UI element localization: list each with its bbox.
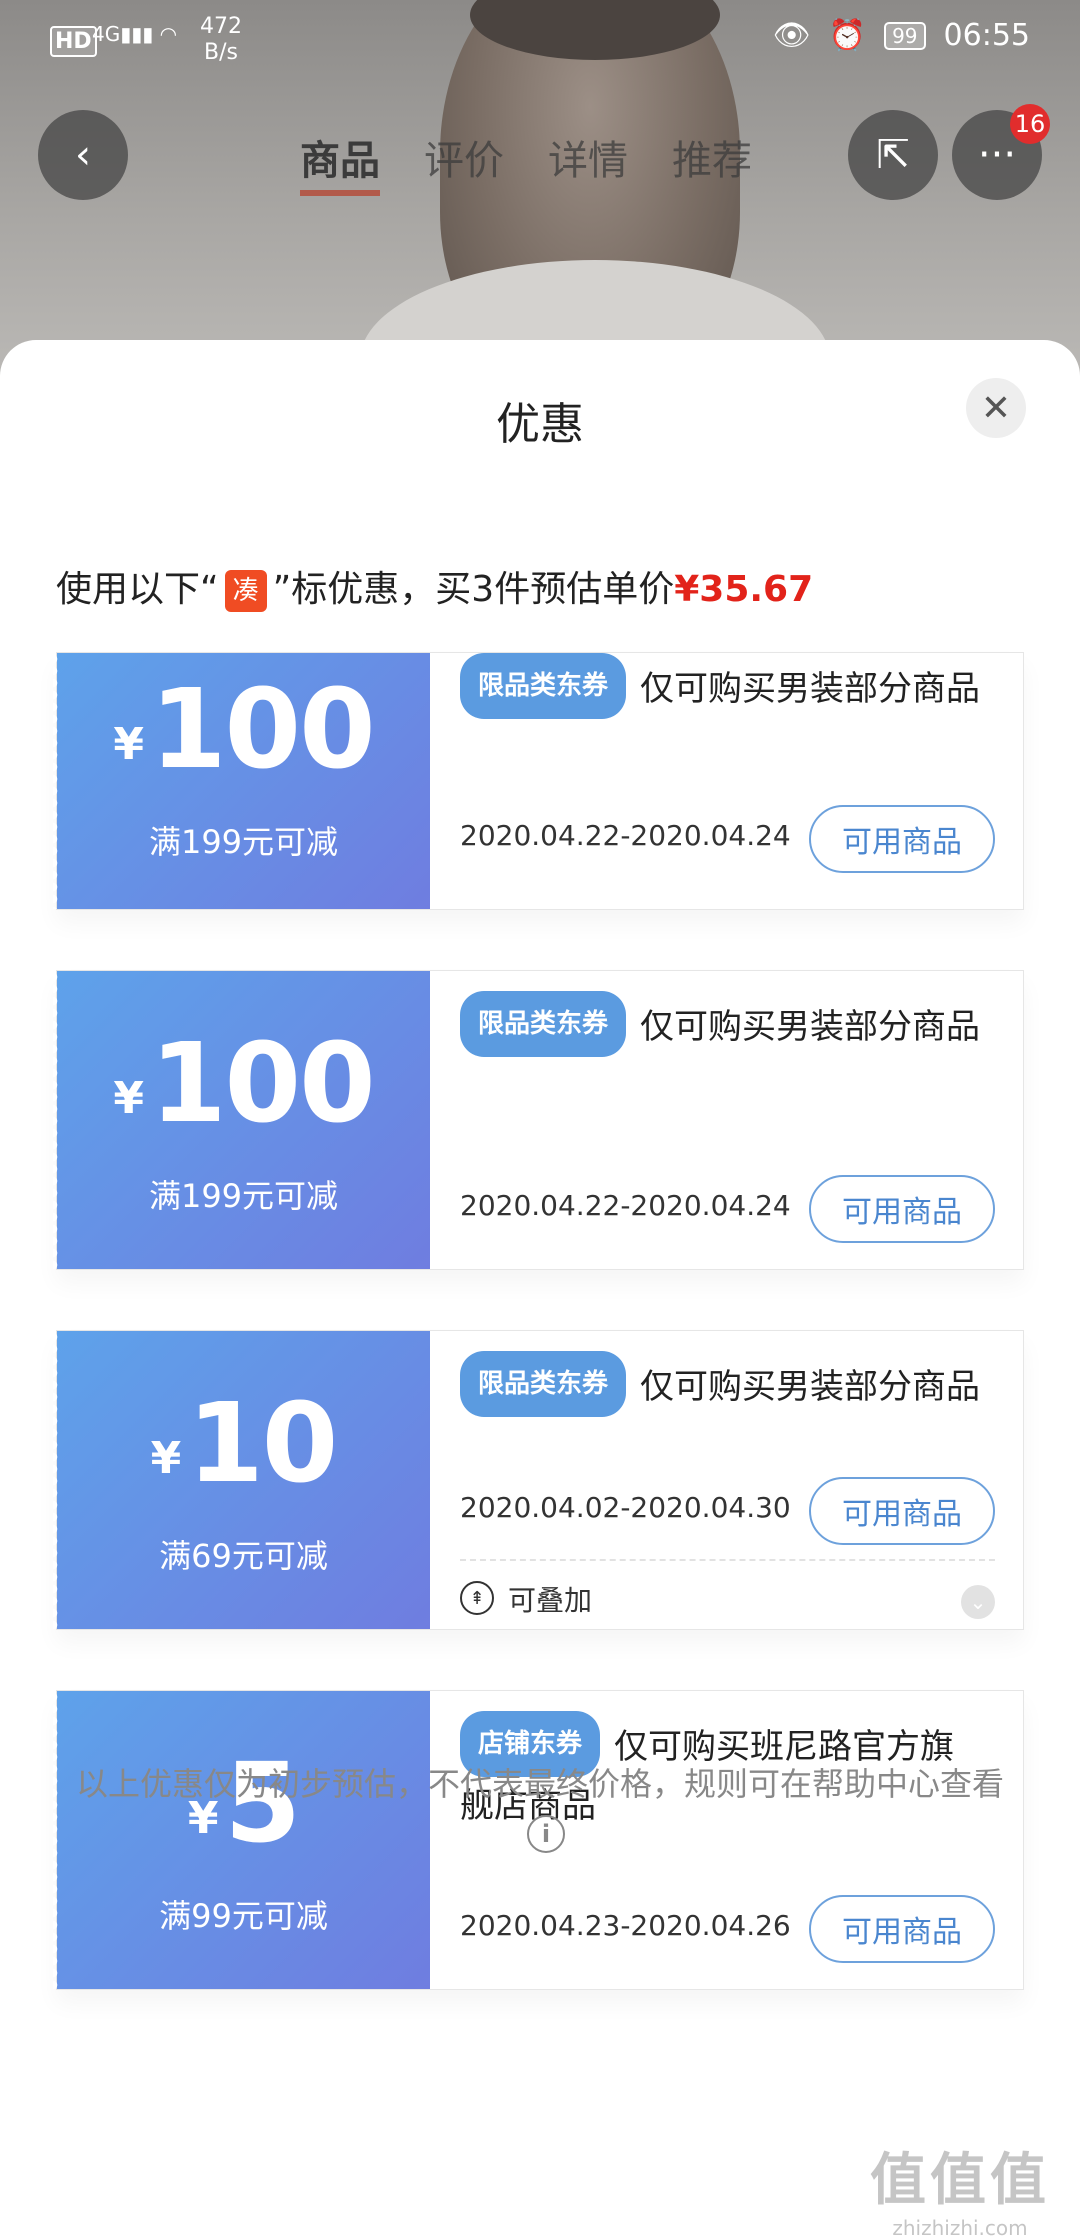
available-products-button[interactable]: 可用商品 — [809, 1895, 995, 1963]
amount-value: 100 — [150, 1019, 376, 1147]
estimate-prefix: 使用以下“ — [56, 569, 219, 610]
status-right: 👁 ⏰ 99 06:55 — [773, 18, 1030, 53]
tab-details[interactable]: 详情 — [548, 128, 628, 196]
share-button[interactable]: ⇱ — [848, 110, 938, 200]
signal-icon: 4G▮▮▮ ◠ — [92, 22, 178, 46]
product-tabs: 商品 评价 详情 推荐 — [300, 128, 752, 196]
coupon-condition: 满199元可减 — [148, 823, 339, 861]
share-icon: ⇱ — [876, 132, 910, 178]
coupon-amount: ¥100 — [57, 665, 430, 793]
hd-indicator: HD — [50, 26, 97, 57]
currency-symbol: ¥ — [113, 719, 144, 770]
speed-value: 472 — [200, 14, 242, 39]
coupon-card: ¥100 满199元可减 限品类东券 仅可购买男装部分商品 2020.04.22-… — [53, 652, 1024, 910]
coupon-type-tag: 限品类东券 — [460, 653, 627, 719]
cou-tag-icon: 凑 — [224, 570, 267, 612]
disclaimer: 以上优惠仅为初步预估，不代表最终价格，规则可在帮助中心查看 i — [60, 1760, 1020, 1856]
eye-icon: 👁 — [772, 18, 811, 53]
coupon-description: 限品类东券 仅可购买男装部分商品 — [460, 991, 980, 1057]
coupon-dates: 2020.04.02-2020.04.30 — [460, 1491, 791, 1524]
amount-value: 10 — [187, 1379, 338, 1507]
coupon-value-panel: ¥10 满69元可减 — [53, 1331, 430, 1629]
coupon-desc-text: 仅可购买男装部分商品 — [640, 669, 981, 709]
estimate-suffix: ”标优惠，买3件预估单价 — [272, 569, 675, 610]
message-badge: 16 — [1010, 104, 1050, 144]
coupon-card: ¥10 满69元可减 限品类东券 仅可购买男装部分商品 2020.04.02-20… — [53, 1330, 1024, 1630]
coupon-condition: 满99元可减 — [159, 1897, 328, 1935]
estimate-line: 使用以下“ 凑 ”标优惠，买3件预估单价¥35.67 — [56, 560, 813, 612]
coupon-card: ¥100 满199元可减 限品类东券 仅可购买男装部分商品 2020.04.22-… — [53, 970, 1024, 1270]
stackable-label: 可叠加 — [508, 1584, 593, 1617]
estimated-price: ¥35.67 — [674, 569, 814, 610]
available-products-button[interactable]: 可用商品 — [809, 1477, 995, 1545]
watermark-url: zhizhizhi.com — [892, 2216, 1028, 2240]
sheet-title: 优惠 — [496, 399, 584, 450]
back-button[interactable]: ‹ — [38, 110, 128, 200]
amount-value: 100 — [150, 665, 376, 793]
alarm-icon: ⏰ — [828, 18, 867, 53]
more-button[interactable]: ··· 16 — [952, 104, 1050, 200]
coupon-desc-text: 仅可购买男装部分商品 — [640, 1007, 981, 1047]
info-icon[interactable]: i — [527, 1815, 565, 1853]
coupon-description: 限品类东券 仅可购买男装部分商品 — [460, 653, 980, 719]
currency-symbol: ¥ — [113, 1073, 144, 1124]
stackable-row[interactable]: ⇞ 可叠加 ⌄ — [460, 1559, 995, 1629]
coupon-info: 限品类东券 仅可购买男装部分商品 2020.04.22-2020.04.24 可用… — [430, 971, 1023, 1269]
signal-label: 4G — [92, 22, 121, 46]
watermark: 值值值 zhizhizhi.com — [870, 2135, 1050, 2240]
close-button[interactable]: ✕ — [966, 378, 1026, 438]
status-bar: HD 4G▮▮▮ ◠ 472 B/s 👁 ⏰ 99 06:55 — [0, 0, 1080, 80]
available-products-button[interactable]: 可用商品 — [809, 805, 995, 873]
coupon-dates: 2020.04.23-2020.04.26 — [460, 1909, 791, 1942]
speed-unit: B/s — [204, 40, 238, 65]
coupon-condition: 满199元可减 — [148, 1177, 339, 1215]
clock-time: 06:55 — [943, 18, 1030, 53]
tab-recommend[interactable]: 推荐 — [672, 128, 752, 196]
product-nav: ‹ 商品 评价 详情 推荐 ⇱ ··· 16 — [0, 104, 1080, 210]
coupon-type-tag: 限品类东券 — [460, 991, 627, 1057]
coupon-description: 限品类东券 仅可购买男装部分商品 — [460, 1351, 980, 1417]
tab-product[interactable]: 商品 — [300, 128, 380, 196]
battery-icon: 99 — [884, 21, 926, 50]
coupon-amount: ¥100 — [57, 1019, 430, 1147]
chevron-left-icon: ‹ — [75, 132, 91, 178]
close-icon: ✕ — [980, 387, 1012, 429]
coupon-info: 限品类东券 仅可购买男装部分商品 2020.04.02-2020.04.30 可用… — [430, 1331, 1023, 1629]
chevron-down-icon[interactable]: ⌄ — [961, 1585, 995, 1619]
coupon-dates: 2020.04.22-2020.04.24 — [460, 1189, 791, 1222]
coupon-value-panel: ¥100 满199元可减 — [53, 971, 430, 1269]
coupon-info: 限品类东券 仅可购买男装部分商品 2020.04.22-2020.04.24 可用… — [430, 653, 1023, 909]
coupon-amount: ¥10 — [57, 1379, 430, 1507]
coupon-desc-text: 仅可购买男装部分商品 — [640, 1367, 981, 1407]
available-products-button[interactable]: 可用商品 — [809, 1175, 995, 1243]
watermark-logo: 值值值 — [870, 2148, 1050, 2213]
stack-icon: ⇞ — [460, 1581, 494, 1615]
currency-symbol: ¥ — [150, 1433, 182, 1484]
promotion-sheet: 优惠 ✕ 使用以下“ 凑 ”标优惠，买3件预估单价¥35.67 ¥100 满199元… — [0, 340, 1080, 2240]
coupon-condition: 满69元可减 — [159, 1537, 328, 1575]
more-icon: ··· — [977, 132, 1017, 178]
tab-reviews[interactable]: 评价 — [424, 128, 504, 196]
coupon-dates: 2020.04.22-2020.04.24 — [460, 819, 791, 852]
coupon-value-panel: ¥100 满199元可减 — [53, 653, 430, 909]
disclaimer-text: 以上优惠仅为初步预估，不代表最终价格，规则可在帮助中心查看 — [75, 1765, 1004, 1803]
network-speed: 472 B/s — [200, 14, 242, 66]
coupon-type-tag: 限品类东券 — [460, 1351, 627, 1417]
